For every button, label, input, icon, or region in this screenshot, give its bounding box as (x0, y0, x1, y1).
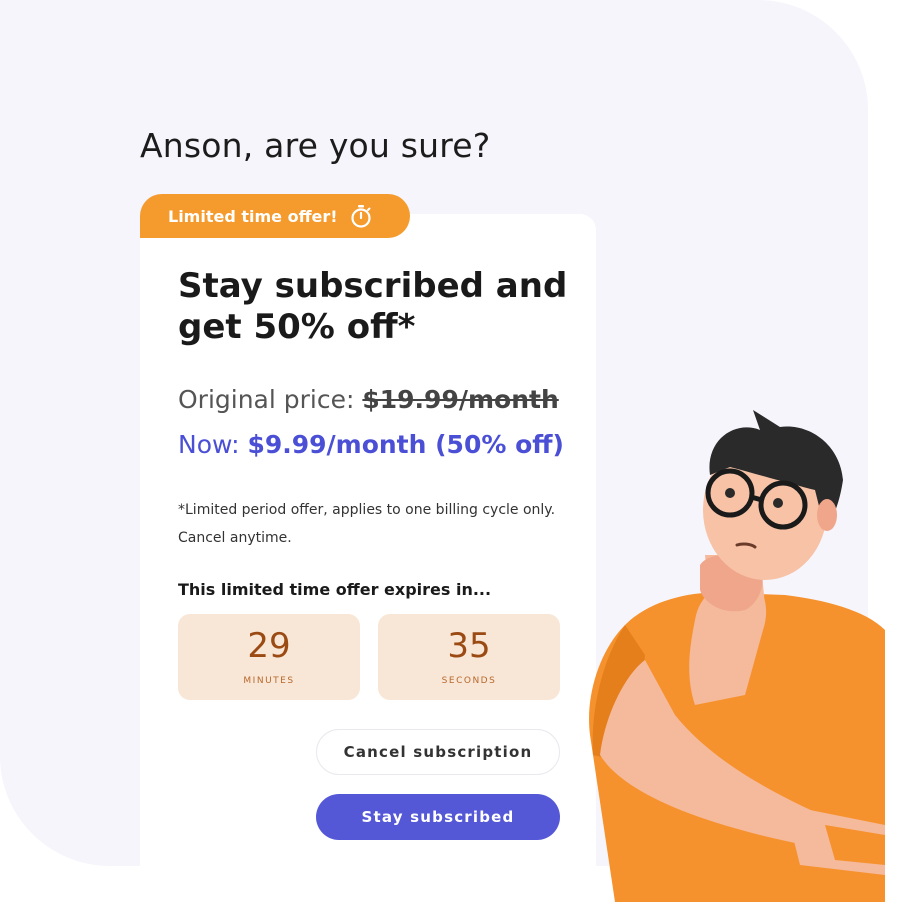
discounted-price-line: Now: $9.99/month (50% off) (178, 430, 564, 459)
seconds-label: SECONDS (441, 676, 497, 686)
original-price-value: $19.99/month (362, 385, 559, 414)
stay-subscribed-button[interactable]: Stay subscribed (316, 794, 560, 840)
limited-offer-tag: Limited time offer! (140, 194, 410, 238)
discounted-price-label: Now: (178, 430, 240, 459)
original-price-line: Original price: $19.99/month (178, 385, 559, 414)
original-price-label: Original price: (178, 385, 355, 414)
offer-tag-label: Limited time offer! (168, 206, 338, 226)
countdown-seconds: 35 SECONDS (378, 614, 560, 700)
countdown-minutes: 29 MINUTES (178, 614, 360, 700)
minutes-value: 29 (247, 626, 291, 666)
cancel-subscription-button[interactable]: Cancel subscription (316, 729, 560, 775)
offer-fine-print: *Limited period offer, applies to one bi… (178, 502, 556, 546)
countdown-heading: This limited time offer expires in... (178, 580, 492, 599)
seconds-value: 35 (447, 626, 491, 666)
thinking-man-illustration (589, 410, 885, 902)
minutes-label: MINUTES (243, 676, 295, 686)
page-title: Anson, are you sure? (140, 126, 491, 165)
stopwatch-icon (350, 205, 371, 228)
offer-title: Stay subscribed and get 50% off* (178, 266, 568, 347)
discounted-price-value: $9.99/month (50% off) (247, 430, 564, 459)
